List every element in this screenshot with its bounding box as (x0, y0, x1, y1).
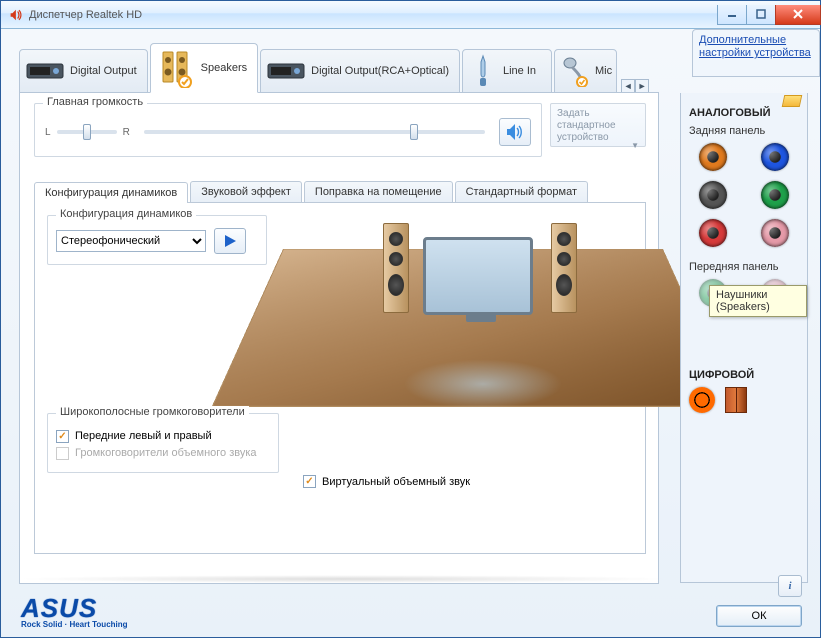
tab-label: Mic (595, 65, 612, 77)
tab-mic[interactable]: Mic (554, 49, 617, 93)
amplifier-icon (267, 54, 305, 88)
settings-tab-bar: Конфигурация динамиков Звуковой эффект П… (34, 181, 646, 202)
asus-logo: ASUS Rock Solid · Heart Touching (21, 593, 128, 629)
device-tab-bar: Digital Output Speakers Digital Output(R… (19, 43, 659, 93)
set-default-device-label: Задать стандартное устройство (557, 108, 616, 143)
jack-rear-red[interactable] (699, 219, 727, 247)
settings-panel: Конфигурация динамиков Стереофонический (34, 202, 646, 554)
checkbox-surround (56, 447, 69, 460)
connector-panel: АНАЛОГОВЫЙ Задняя панель Передняя панель… (680, 93, 808, 583)
info-button[interactable]: i (778, 575, 802, 597)
speaker-config-legend: Конфигурация динамиков (56, 208, 196, 220)
brand-tagline: Rock Solid · Heart Touching (21, 620, 128, 629)
front-panel-label: Передняя панель (689, 261, 799, 273)
digital-optical-icon[interactable] (725, 387, 747, 413)
ok-button[interactable]: ОК (716, 605, 802, 627)
speaker-room-illustration (283, 209, 663, 469)
tab-label: Digital Output(RCA+Optical) (311, 65, 449, 77)
left-speaker-icon[interactable] (383, 223, 409, 313)
rear-panel-label: Задняя панель (689, 125, 799, 137)
digital-heading: ЦИФРОВОЙ (689, 369, 799, 381)
tab-digital-output-rca[interactable]: Digital Output(RCA+Optical) (260, 49, 460, 93)
balance-right-label: R (123, 127, 130, 138)
room-tv-icon (423, 237, 533, 315)
connector-settings-icon[interactable] (782, 95, 803, 107)
full-range-speakers-group: Широкополосные громкоговорители ✓ Передн… (47, 413, 279, 473)
advanced-device-settings-link[interactable]: Дополнительные настройки устройства (692, 29, 820, 77)
speaker-app-icon (7, 7, 23, 23)
speakers-icon (157, 51, 195, 85)
checkbox-virtual-surround[interactable]: ✓ (303, 475, 316, 488)
analog-heading: АНАЛОГОВЫЙ (689, 107, 799, 119)
test-play-button[interactable] (214, 228, 246, 254)
jack-rear-green[interactable] (761, 181, 789, 209)
main-panel: Главная громкость L R Задать стандартное… (19, 92, 659, 584)
inner-tab-room-correction[interactable]: Поправка на помещение (304, 181, 453, 202)
jack-tooltip: Наушники (Speakers) (709, 285, 807, 317)
jack-rear-black[interactable] (699, 181, 727, 209)
virtual-surround-label: Виртуальный объемный звук (322, 476, 470, 488)
tab-scroll-right[interactable]: ► (635, 79, 649, 93)
title-bar: Диспетчер Realtek HD (1, 1, 820, 29)
speaker-config-select[interactable]: Стереофонический (56, 230, 206, 252)
volume-slider[interactable] (144, 130, 485, 134)
tab-digital-output[interactable]: Digital Output (19, 49, 148, 93)
line-in-jack-icon (469, 54, 497, 88)
sound-waves-icon (505, 123, 525, 141)
jack-rear-pink[interactable] (761, 219, 789, 247)
inner-tab-default-format[interactable]: Стандартный формат (455, 181, 588, 202)
tab-label: Digital Output (70, 65, 137, 77)
window-controls (717, 5, 820, 25)
full-range-legend: Широкополосные громкоговорители (56, 406, 249, 418)
close-button[interactable] (775, 5, 821, 25)
checkbox-front-lr[interactable]: ✓ (56, 430, 69, 443)
mute-toggle-button[interactable] (499, 118, 531, 146)
tab-speakers[interactable]: Speakers (150, 43, 258, 93)
inner-tab-speaker-config[interactable]: Конфигурация динамиков (34, 182, 188, 203)
checkbox-front-lr-label: Передние левый и правый (75, 430, 212, 442)
jack-rear-orange[interactable] (699, 143, 727, 171)
window-title: Диспетчер Realtek HD (29, 9, 142, 21)
maximize-button[interactable] (746, 5, 776, 25)
panel-shadow (15, 575, 672, 583)
jack-rear-blue[interactable] (761, 143, 789, 171)
speaker-config-group: Конфигурация динамиков Стереофонический (47, 215, 267, 265)
dropdown-caret-icon: ▼ (631, 140, 639, 152)
microphone-icon (561, 54, 589, 88)
tab-scroll-left[interactable]: ◄ (621, 79, 635, 93)
minimize-button[interactable] (717, 5, 747, 25)
checkbox-surround-label: Громкоговорители объемного звука (75, 447, 257, 459)
main-volume-legend: Главная громкость (43, 96, 147, 108)
amplifier-icon (26, 54, 64, 88)
inner-tab-sound-effect[interactable]: Звуковой эффект (190, 181, 302, 202)
tab-label: Speakers (201, 62, 247, 74)
set-default-device-button[interactable]: Задать стандартное устройство ▼ (550, 103, 646, 147)
tab-scroll-buttons: ◄ ► (621, 79, 649, 93)
digital-coax-icon[interactable] (689, 387, 715, 413)
balance-left-label: L (45, 127, 51, 138)
tab-label: Line In (503, 65, 536, 77)
tab-line-in[interactable]: Line In (462, 49, 552, 93)
balance-slider[interactable]: L R (45, 127, 130, 138)
play-icon (223, 234, 237, 248)
right-speaker-icon[interactable] (551, 223, 577, 313)
